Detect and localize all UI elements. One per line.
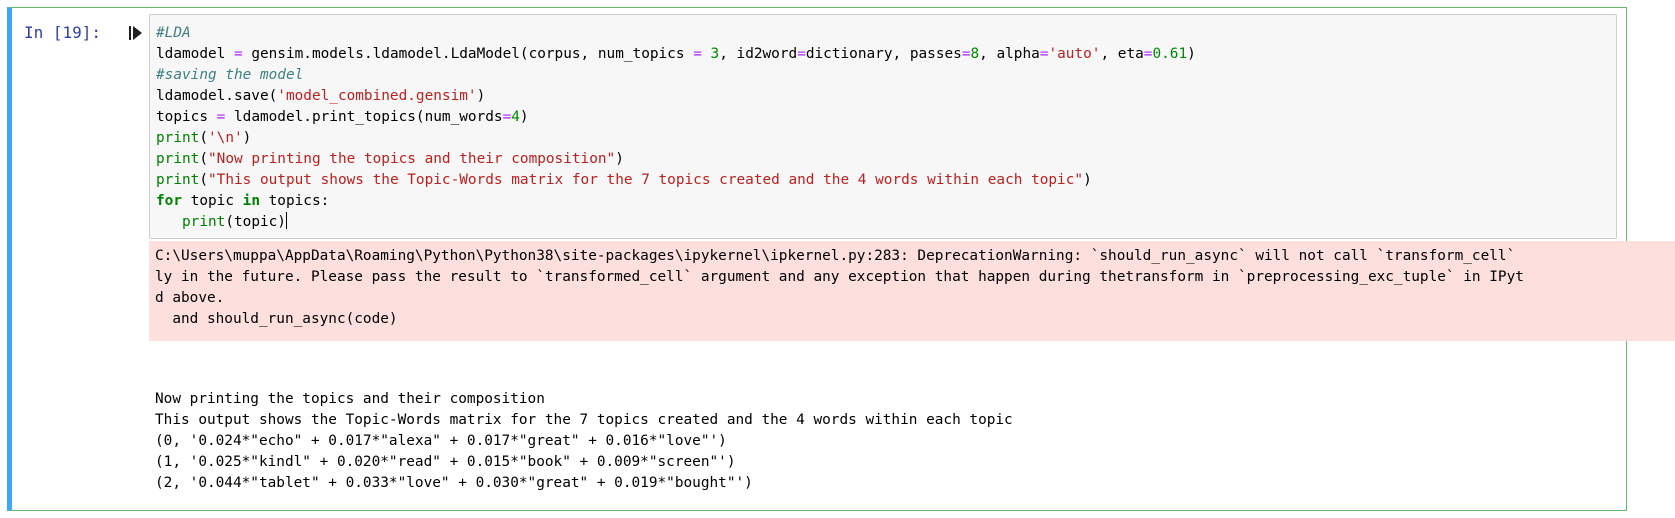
stdout-output: Now printing the topics and their compos… — [155, 391, 1013, 491]
code-line: print('\n') — [156, 128, 1196, 149]
stderr-output: C:\Users\muppa\AppData\Roaming\Python\Py… — [149, 241, 1675, 341]
code-token: 0.61 — [1152, 46, 1188, 62]
code-token: print — [156, 151, 200, 167]
code-token: = — [797, 46, 806, 62]
code-token: = — [502, 109, 512, 125]
code-token: "Now printing the topics and their compo… — [208, 151, 616, 167]
code-token: ) — [242, 130, 252, 146]
code-token: ( — [199, 151, 208, 167]
code-token: print — [156, 172, 200, 188]
code-token: ldamodel.save( — [156, 88, 278, 104]
code-line: topics = ldamodel.print_topics(num_words… — [156, 107, 1196, 128]
code-token: ) — [1187, 46, 1196, 62]
code-line: ldamodel.save('model_combined.gensim') — [156, 86, 1196, 107]
code-token: 8 — [970, 46, 980, 62]
code-token: ( — [199, 130, 208, 146]
code-token: gensim.models.ldamodel.LdaModel(corpus, … — [242, 46, 694, 62]
code-token: ) — [519, 109, 529, 125]
code-token: ldamodel — [156, 46, 234, 62]
code-line: print("This output shows the Topic-Words… — [156, 170, 1196, 191]
code-token: = — [233, 46, 243, 62]
code-line: print("Now printing the topics and their… — [156, 149, 1196, 170]
code-editor[interactable]: #LDA ldamodel = gensim.models.ldamodel.Ld… — [149, 14, 1617, 239]
code-content[interactable]: #LDA ldamodel = gensim.models.ldamodel.Ld… — [156, 23, 1196, 233]
code-token: ) — [476, 88, 486, 104]
code-line: ldamodel = gensim.models.ldamodel.LdaMod… — [156, 44, 1196, 65]
code-token: , id2word — [719, 46, 798, 62]
code-token: ) — [615, 151, 624, 167]
code-token: 3 — [710, 46, 720, 62]
code-token: in — [242, 193, 260, 209]
code-token: 'auto' — [1048, 46, 1101, 62]
code-token: #LDA — [156, 25, 191, 41]
code-token: 'model_combined.gensim' — [277, 88, 477, 104]
code-token: print — [182, 214, 226, 230]
code-line: for topic in topics: — [156, 191, 1196, 212]
code-token: ldamodel.print_topics(num_words — [225, 109, 503, 125]
code-line: #LDA — [156, 23, 1196, 44]
code-token: , eta — [1100, 46, 1144, 62]
code-token: 4 — [511, 109, 520, 125]
code-token: = — [693, 46, 702, 62]
input-prompt: In [19]: — [24, 23, 102, 42]
stderr-text: C:\Users\muppa\AppData\Roaming\Python\Py… — [155, 248, 1524, 327]
run-cell-icon[interactable] — [129, 25, 143, 41]
code-line: #saving the model — [156, 65, 1196, 86]
text-cursor — [285, 212, 287, 229]
code-token: ) — [1083, 172, 1092, 188]
code-token: '\n' — [208, 130, 243, 146]
code-token: #saving the model — [156, 67, 304, 83]
code-token: "This output shows the Topic-Words matri… — [208, 172, 1084, 188]
code-token: (topic) — [225, 214, 286, 230]
code-token: ( — [199, 172, 208, 188]
code-token: topics: — [259, 193, 330, 209]
code-token: topic — [182, 193, 243, 209]
code-token: topics — [156, 109, 217, 125]
code-token: , alpha — [979, 46, 1040, 62]
code-token: dictionary, passes — [805, 46, 962, 62]
code-token: print — [156, 130, 200, 146]
code-line: print(topic) — [156, 212, 1196, 233]
code-token: for — [156, 193, 182, 209]
